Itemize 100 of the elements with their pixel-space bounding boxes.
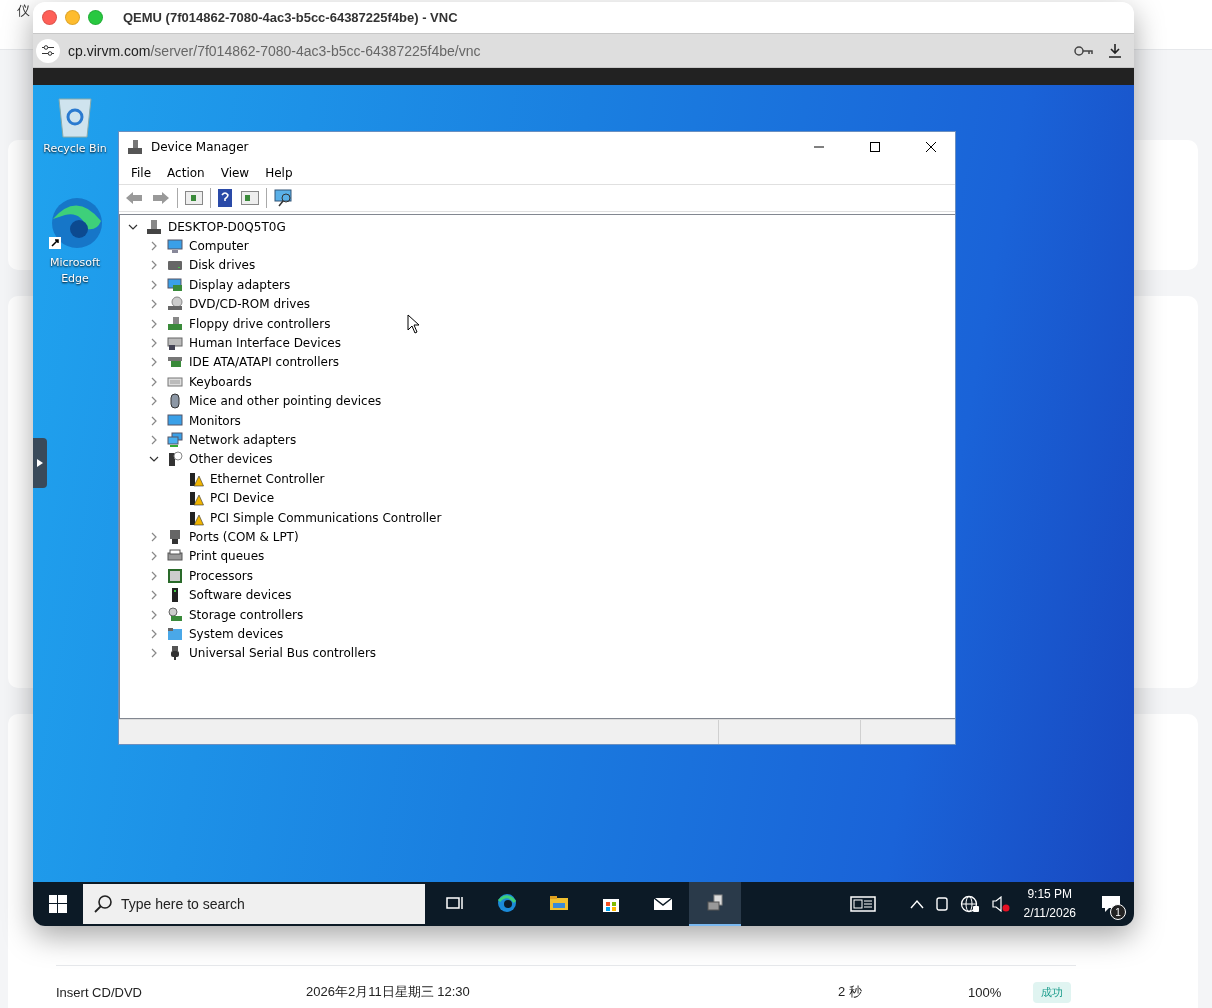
- menu-item[interactable]: Help: [257, 166, 301, 180]
- warning-device-icon: [188, 509, 204, 526]
- controller-card-icon: [167, 315, 183, 332]
- tree-item[interactable]: Software devices: [189, 588, 292, 603]
- maximize-icon[interactable]: [870, 142, 880, 152]
- expand-chevron-icon[interactable]: [149, 338, 159, 349]
- tree-item[interactable]: IDE ATA/ATAPI controllers: [189, 355, 340, 370]
- chip-icon: [167, 567, 183, 584]
- expand-chevron-icon[interactable]: [149, 318, 159, 329]
- zoom-button[interactable]: [88, 10, 103, 25]
- pane-icon[interactable]: [185, 191, 203, 205]
- expand-chevron-icon[interactable]: [149, 396, 159, 407]
- tree-item[interactable]: Storage controllers: [189, 607, 304, 622]
- windows-logo-icon[interactable]: [49, 895, 67, 913]
- tree-item[interactable]: DVD/CD-ROM drives: [189, 297, 311, 312]
- expand-chevron-icon[interactable]: [149, 551, 159, 562]
- back-arrow-icon[interactable]: [125, 191, 143, 205]
- expand-chevron-icon[interactable]: [149, 628, 159, 639]
- download-icon[interactable]: [1106, 41, 1124, 60]
- status-tag: 成功: [1033, 981, 1071, 1003]
- tree-item[interactable]: Disk drives: [189, 258, 256, 273]
- network-icon: [167, 432, 183, 448]
- expand-chevron-icon[interactable]: [149, 415, 159, 426]
- device-manager-icon: [705, 893, 725, 913]
- tree-item[interactable]: PCI Device: [210, 491, 274, 506]
- keyboard-hand-icon: [167, 335, 183, 352]
- tree-item[interactable]: Human Interface Devices: [189, 336, 341, 351]
- expand-chevron-icon[interactable]: [149, 648, 159, 659]
- port-icon: [167, 528, 183, 545]
- expand-chevron-icon[interactable]: [149, 376, 159, 387]
- tree-item[interactable]: Monitors: [189, 413, 241, 428]
- tree-item[interactable]: Mice and other pointing devices: [189, 394, 382, 409]
- warning-device-icon: [188, 470, 204, 487]
- tree-item[interactable]: PCI Simple Communications Controller: [210, 510, 442, 525]
- menu-item[interactable]: View: [212, 166, 258, 180]
- tree-item[interactable]: Ethernet Controller: [210, 471, 325, 486]
- search-field[interactable]: Type here to search: [83, 884, 425, 924]
- minimize-button[interactable]: [65, 10, 80, 25]
- expand-chevron-icon[interactable]: [149, 241, 159, 252]
- menu-item[interactable]: File: [123, 166, 160, 180]
- expand-chevron-icon[interactable]: [149, 279, 159, 290]
- expand-chevron-icon[interactable]: [149, 435, 159, 445]
- display-card-icon: [167, 276, 183, 293]
- close-button[interactable]: [42, 10, 57, 25]
- forward-arrow-icon[interactable]: [152, 191, 170, 205]
- tree-item[interactable]: Print queues: [189, 549, 265, 564]
- expand-chevron-icon[interactable]: [149, 570, 159, 581]
- tree-item[interactable]: System devices: [189, 626, 284, 641]
- close-icon[interactable]: [926, 142, 936, 152]
- clock-date: 2/11/2026: [1023, 905, 1076, 922]
- folder-icon: [549, 893, 569, 913]
- expand-chevron-icon[interactable]: [149, 531, 159, 542]
- tree-item[interactable]: Other devices: [189, 452, 273, 467]
- clock-time: 9:15 PM: [1027, 886, 1073, 903]
- device-icon[interactable]: [935, 897, 948, 911]
- key-icon[interactable]: [1074, 44, 1094, 57]
- expand-chevron-icon[interactable]: [149, 609, 159, 620]
- volume-muted-icon[interactable]: [991, 896, 1010, 912]
- expand-chevron-icon[interactable]: [149, 260, 159, 271]
- globe-icon[interactable]: [959, 895, 980, 913]
- menu-item[interactable]: Action: [159, 166, 213, 180]
- device-manager-icon: [127, 139, 143, 155]
- help-icon[interactable]: [218, 189, 232, 207]
- expand-chevron-icon[interactable]: [149, 590, 159, 601]
- computer-icon: [146, 218, 162, 235]
- chevron-up-icon[interactable]: [909, 899, 924, 909]
- window-title: QEMU (7f014862-7080-4ac3-b5cc-64387225f4be) - VNC: [123, 10, 458, 25]
- tree-item[interactable]: DESKTOP-D0Q5T0G: [168, 219, 286, 234]
- task-duration: 2 秒: [838, 983, 863, 1001]
- monitor-icon: [167, 238, 183, 255]
- tree-item[interactable]: Keyboards: [189, 374, 252, 389]
- expand-chevron-icon[interactable]: [149, 299, 159, 310]
- tree-item[interactable]: Ports (COM & LPT): [189, 529, 299, 544]
- pane-icon[interactable]: [241, 191, 259, 205]
- percentage-text: 100%: [968, 984, 1003, 1000]
- scan-monitor-icon[interactable]: [274, 189, 292, 207]
- expand-chevron-icon[interactable]: [149, 357, 159, 368]
- storage-card-icon: [167, 606, 183, 623]
- page-heading: 仪: [17, 2, 30, 20]
- task-time: 2026年2月11日星期三 12:30: [306, 983, 471, 1001]
- play-icon: [37, 459, 43, 467]
- task-name: Insert CD/DVD: [56, 984, 143, 1000]
- mouse-cursor-icon: [407, 314, 420, 334]
- tree-item[interactable]: Network adapters: [189, 433, 297, 447]
- tree-item[interactable]: Universal Serial Bus controllers: [189, 646, 377, 661]
- sidebar-handle[interactable]: [33, 438, 47, 488]
- tree-item[interactable]: Processors: [189, 568, 254, 583]
- tree-item[interactable]: Display adapters: [189, 277, 291, 292]
- monitor-icon: [167, 412, 183, 429]
- notification-count: 1: [1110, 904, 1126, 920]
- tree-item[interactable]: Floppy drive controllers: [189, 316, 331, 331]
- sliders-icon: [42, 45, 54, 56]
- window-title: Device Manager: [151, 140, 250, 154]
- clock[interactable]: 9:15 PM 2/11/2026: [1023, 885, 1076, 923]
- site-settings-button[interactable]: [36, 38, 60, 63]
- warning-device-icon: [188, 490, 204, 507]
- browser-icon: [497, 893, 517, 913]
- tree-item[interactable]: Computer: [189, 239, 249, 254]
- folder-icon: [167, 625, 183, 642]
- news-icon[interactable]: [849, 895, 876, 913]
